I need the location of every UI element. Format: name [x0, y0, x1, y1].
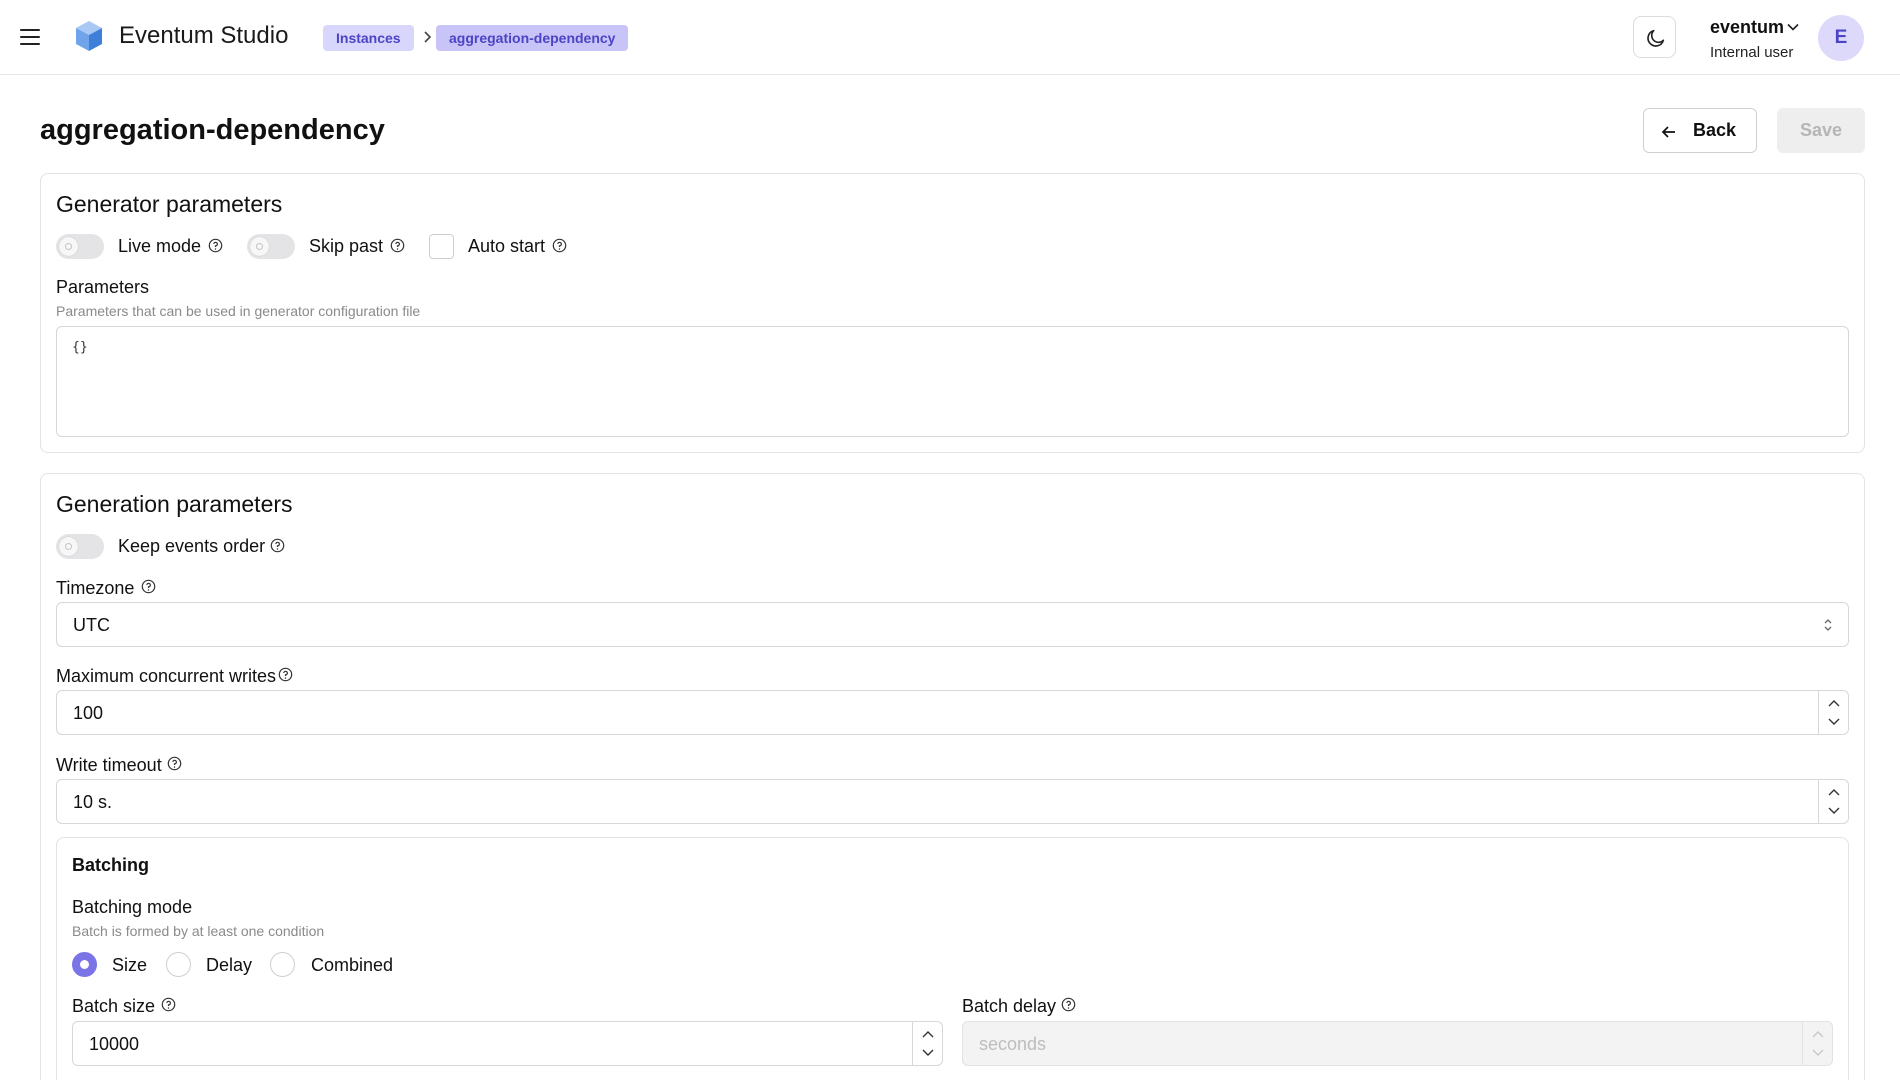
max-concurrent-writes-input[interactable]: 100	[56, 690, 1849, 735]
write-timeout-input[interactable]: 10 s.	[56, 779, 1849, 824]
live-mode-label: Live mode	[118, 236, 202, 256]
keep-events-order-toggle[interactable]	[56, 534, 104, 559]
timezone-value: UTC	[73, 615, 110, 635]
chevron-up-icon[interactable]	[1828, 788, 1840, 796]
cube-logo-icon	[76, 21, 102, 51]
help-icon[interactable]	[167, 756, 182, 771]
parameters-description: Parameters that can be used in generator…	[56, 303, 421, 319]
help-icon[interactable]	[270, 538, 285, 553]
timezone-label: Timezone	[56, 578, 135, 598]
batch-size-label: Batch size	[72, 996, 156, 1016]
batch-delay-input: seconds	[962, 1021, 1833, 1066]
skip-past-toggle[interactable]	[247, 234, 295, 259]
chevron-down-icon[interactable]	[1786, 20, 1800, 34]
batch-size-value: 10000	[89, 1034, 140, 1054]
user-role: Internal user	[1710, 44, 1794, 61]
live-mode-toggle[interactable]	[56, 234, 104, 259]
chevron-down-icon[interactable]	[1828, 807, 1840, 815]
keep-events-order-label: Keep events order	[118, 536, 266, 556]
breadcrumb-current[interactable]: aggregation-dependency	[436, 25, 629, 51]
batching-mode-label: Batching mode	[72, 897, 193, 917]
batch-size-input[interactable]: 10000	[72, 1021, 943, 1066]
number-stepper	[1802, 1022, 1832, 1065]
number-stepper[interactable]	[1818, 780, 1848, 823]
max-concurrent-writes-label: Maximum concurrent writes	[56, 666, 277, 686]
help-icon[interactable]	[552, 238, 567, 253]
app-title: Eventum Studio	[119, 22, 289, 49]
number-stepper[interactable]	[1818, 691, 1848, 734]
batching-mode-combined-label: Combined	[311, 955, 394, 975]
parameters-label: Parameters	[56, 277, 150, 297]
batching-mode-size-radio[interactable]	[72, 952, 97, 977]
menu-icon[interactable]	[20, 28, 40, 46]
batching-title: Batching	[72, 855, 150, 875]
select-arrows-icon	[1824, 619, 1832, 631]
batching-mode-size-label: Size	[112, 955, 148, 975]
chevron-down-icon[interactable]	[922, 1049, 934, 1057]
theme-toggle-button[interactable]	[1633, 16, 1676, 58]
parameters-editor[interactable]: {}	[56, 326, 1849, 437]
chevron-down-icon[interactable]	[1828, 718, 1840, 726]
chevron-down-icon	[1812, 1049, 1824, 1056]
skip-past-label: Skip past	[309, 236, 384, 256]
chevron-right-icon	[424, 31, 432, 43]
page-title: aggregation-dependency	[40, 114, 385, 146]
batching-mode-delay-label: Delay	[206, 955, 253, 975]
batch-delay-label: Batch delay	[962, 996, 1057, 1016]
user-menu-name[interactable]: eventum	[1710, 17, 1784, 38]
avatar[interactable]: E	[1818, 15, 1864, 61]
auto-start-checkbox[interactable]	[429, 234, 454, 259]
max-concurrent-writes-value: 100	[73, 703, 104, 723]
auto-start-label: Auto start	[468, 236, 546, 256]
back-button-label: Back	[1693, 120, 1737, 140]
write-timeout-label: Write timeout	[56, 755, 162, 775]
help-icon[interactable]	[161, 997, 176, 1012]
app-header: Eventum Studio Instances aggregation-dep…	[0, 0, 1900, 75]
timezone-select[interactable]: UTC	[56, 602, 1849, 647]
help-icon[interactable]	[141, 579, 156, 594]
batching-mode-description: Batch is formed by at least one conditio…	[72, 923, 325, 939]
moon-icon	[1647, 29, 1665, 47]
write-timeout-value: 10 s.	[73, 792, 113, 812]
back-button[interactable]: Back	[1643, 108, 1757, 153]
batching-mode-combined-radio[interactable]	[270, 952, 295, 977]
breadcrumb-instances[interactable]: Instances	[323, 25, 414, 51]
generator-parameters-title: Generator parameters	[56, 191, 283, 217]
generation-parameters-title: Generation parameters	[56, 491, 293, 517]
chevron-up-icon[interactable]	[1828, 699, 1840, 707]
arrow-left-icon	[1661, 126, 1675, 138]
help-icon[interactable]	[390, 238, 405, 253]
help-icon[interactable]	[208, 238, 223, 253]
help-icon[interactable]	[278, 667, 293, 682]
batching-mode-delay-radio[interactable]	[166, 952, 191, 977]
help-icon[interactable]	[1061, 997, 1076, 1012]
chevron-up-icon[interactable]	[922, 1030, 934, 1038]
batch-delay-placeholder: seconds	[979, 1034, 1047, 1054]
chevron-up-icon	[1812, 1031, 1824, 1038]
save-button[interactable]: Save	[1777, 108, 1865, 153]
number-stepper[interactable]	[912, 1022, 942, 1065]
